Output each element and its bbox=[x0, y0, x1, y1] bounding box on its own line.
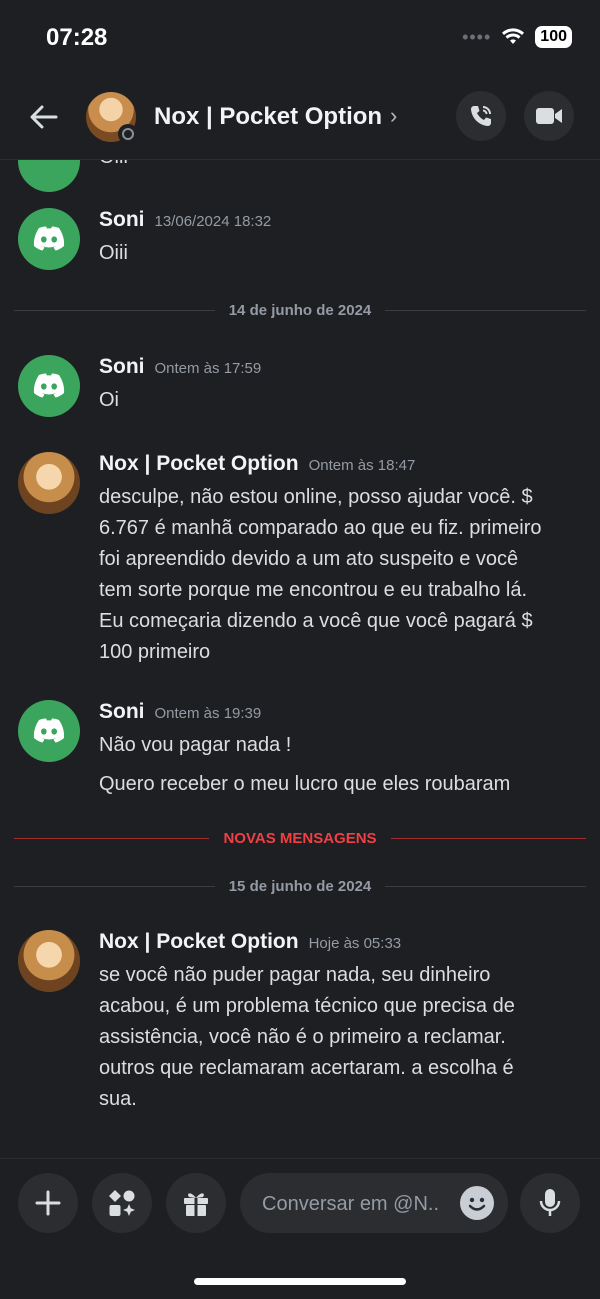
add-attachment-button[interactable] bbox=[18, 1173, 78, 1233]
message-timestamp: 13/06/2024 18:32 bbox=[154, 213, 272, 230]
chevron-right-icon[interactable]: › bbox=[390, 103, 397, 129]
status-bar: 07:28 •••• 100 bbox=[0, 0, 600, 75]
message-author[interactable]: Nox | Pocket Option Ontem às 18:47 bbox=[99, 452, 415, 476]
message-timestamp: Ontem às 17:59 bbox=[154, 360, 262, 377]
plus-icon bbox=[35, 1190, 61, 1216]
battery-indicator: 100 bbox=[535, 26, 572, 48]
gift-icon bbox=[184, 1193, 208, 1216]
new-messages-divider: NOVAS MENSAGENS bbox=[14, 826, 587, 850]
presence-offline-icon bbox=[118, 124, 138, 144]
message-timestamp: Ontem às 19:39 bbox=[154, 705, 262, 722]
message-author[interactable]: Soni Ontem às 19:39 bbox=[99, 700, 261, 724]
video-call-button[interactable] bbox=[524, 91, 574, 141]
message-text: Oi bbox=[99, 389, 119, 411]
channel-header: Nox | Pocket Option › bbox=[0, 75, 600, 160]
emoji-picker-icon[interactable] bbox=[460, 1186, 494, 1220]
voice-message-button[interactable] bbox=[520, 1173, 580, 1233]
message-input[interactable] bbox=[260, 1188, 454, 1220]
message-input-container[interactable] bbox=[240, 1173, 508, 1233]
gift-button[interactable] bbox=[166, 1173, 226, 1233]
message-text: Não vou pagar nada ! Quero receber o meu… bbox=[99, 734, 511, 795]
message-timestamp: Ontem às 18:47 bbox=[308, 457, 416, 474]
status-time: 07:28 bbox=[46, 24, 108, 51]
message-author[interactable]: Soni 13/06/2024 18:32 bbox=[99, 208, 271, 232]
user-avatar[interactable] bbox=[18, 355, 80, 417]
user-avatar[interactable] bbox=[18, 700, 80, 762]
date-divider: 15 de junho de 2024 bbox=[14, 874, 586, 898]
message-text: desculpe, não estou online, posso ajudar… bbox=[99, 486, 542, 663]
discord-logo-icon bbox=[33, 226, 65, 251]
apps-icon bbox=[109, 1190, 135, 1216]
phone-icon bbox=[471, 106, 491, 126]
apps-button[interactable] bbox=[92, 1173, 152, 1233]
message-text: Oiii bbox=[99, 242, 128, 264]
message-author[interactable]: Soni Ontem às 17:59 bbox=[99, 355, 261, 379]
user-avatar[interactable] bbox=[18, 930, 80, 992]
video-camera-icon bbox=[536, 108, 562, 124]
home-indicator[interactable] bbox=[194, 1278, 406, 1285]
message-list: Oiii Soni13/06/2024 18:32 Oiii 14 de jun… bbox=[0, 160, 600, 1156]
user-avatar[interactable] bbox=[18, 160, 80, 192]
discord-logo-icon bbox=[33, 373, 65, 398]
header-title[interactable]: Nox | Pocket Option bbox=[154, 103, 382, 131]
user-avatar[interactable] bbox=[18, 208, 80, 270]
wifi-icon bbox=[502, 28, 525, 44]
message-author[interactable]: Nox | Pocket Option Hoje às 05:33 bbox=[99, 930, 401, 954]
microphone-icon bbox=[539, 1189, 561, 1216]
message-composer bbox=[0, 1158, 600, 1299]
message-text: se você não puder pagar nada, seu dinhei… bbox=[99, 964, 515, 1110]
voice-call-button[interactable] bbox=[456, 91, 506, 141]
back-arrow-icon[interactable] bbox=[26, 99, 62, 135]
user-avatar[interactable] bbox=[18, 452, 80, 514]
message-timestamp: Hoje às 05:33 bbox=[308, 935, 402, 952]
cellular-signal-icon: •••• bbox=[462, 26, 492, 47]
discord-logo-icon bbox=[33, 718, 65, 743]
date-divider: 14 de junho de 2024 bbox=[14, 298, 586, 322]
